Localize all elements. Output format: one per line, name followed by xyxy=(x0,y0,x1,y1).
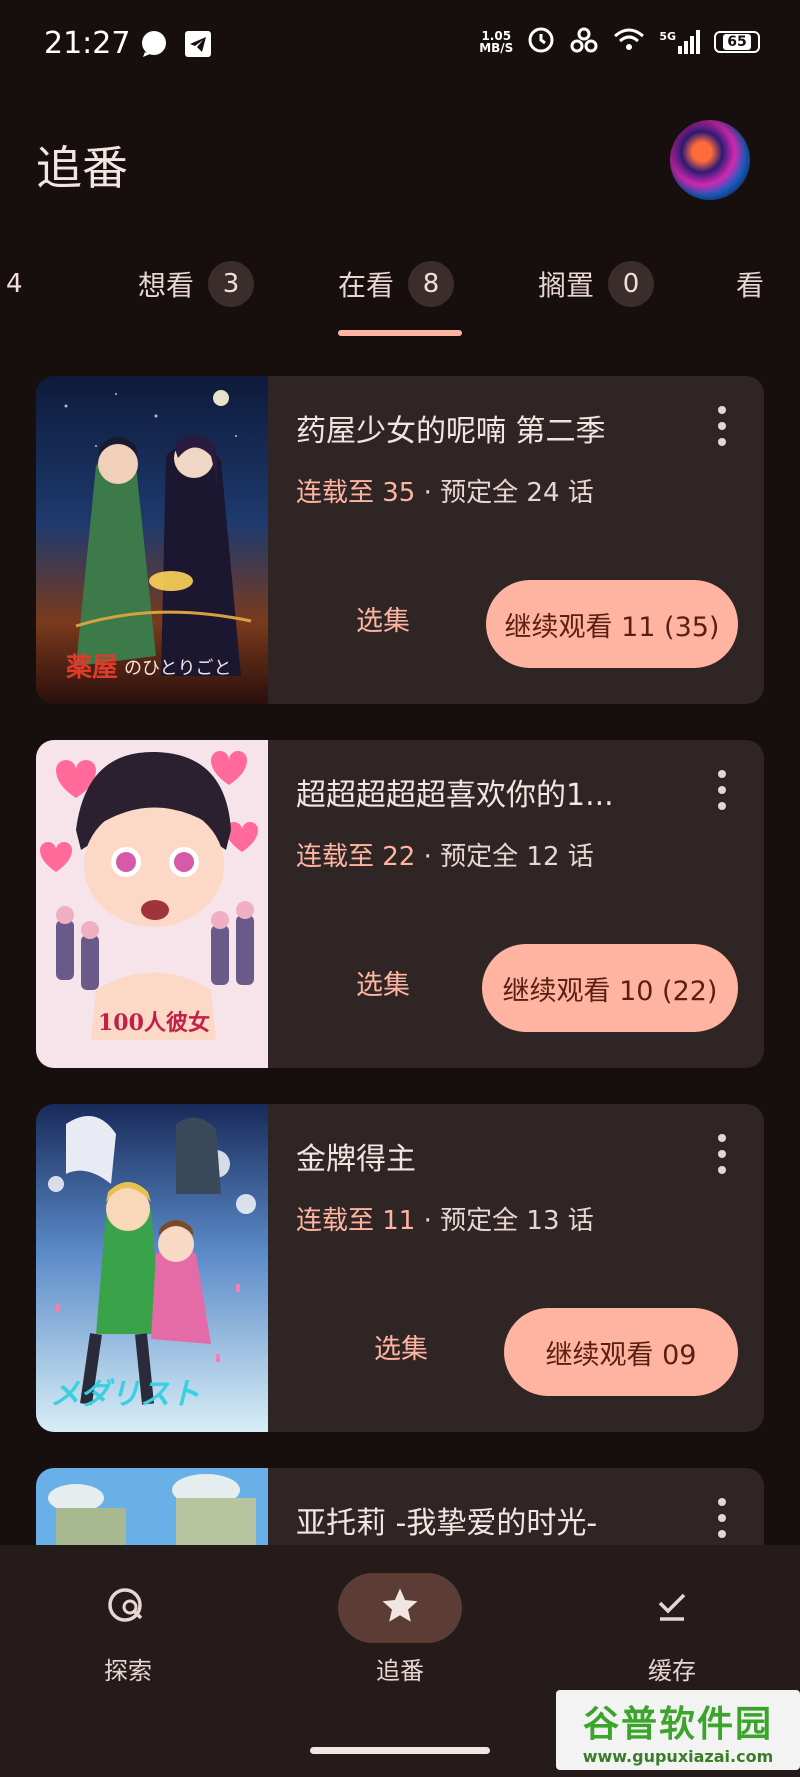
status-time: 21:27 xyxy=(44,26,131,61)
more-options-icon[interactable] xyxy=(716,770,728,810)
nav-cache[interactable]: 缓存 xyxy=(592,1573,752,1686)
nav-label: 缓存 xyxy=(648,1657,696,1685)
battery-icon: 65 xyxy=(714,31,760,53)
network-speed: 1.05 MB/S xyxy=(479,29,514,55)
select-episode-button[interactable]: 选集 xyxy=(356,966,410,1006)
svg-text:薬屋: 薬屋 xyxy=(66,653,118,683)
avatar[interactable] xyxy=(670,120,750,200)
airing-progress: 连载至 11 · 预定全 13 话 xyxy=(296,1206,594,1236)
anime-title: 金牌得主 xyxy=(296,1142,416,1177)
more-options-icon[interactable] xyxy=(716,406,728,446)
nav-label: 探索 xyxy=(104,1657,152,1685)
anime-card[interactable]: メダリスト 金牌得主 连载至 11 · 预定全 13 话 选集 继续观看 09 xyxy=(36,1104,764,1432)
airing-progress: 连载至 22 · 预定全 12 话 xyxy=(296,842,594,872)
watermark-logo: 谷普软件园 www.gupuxiazai.com xyxy=(556,1690,800,1770)
anime-poster: メダリスト xyxy=(36,1104,268,1432)
svg-text:メダリスト: メダリスト xyxy=(50,1377,200,1412)
anime-poster: 100人 彼女 xyxy=(36,740,268,1068)
anime-card[interactable]: 薬屋 のひとりごと 药屋少女的呢喃 第二季 连载至 35 · 预定全 24 话 … xyxy=(36,376,764,704)
telegram-icon xyxy=(184,30,212,62)
tab-count-badge: 0 xyxy=(608,261,655,307)
select-episode-button[interactable]: 选集 xyxy=(374,1330,428,1370)
svg-text:のひとりごと: のひとりごと xyxy=(124,658,231,679)
anime-poster: 薬屋 のひとりごと xyxy=(36,376,268,704)
link-icon xyxy=(569,26,599,58)
tab-partial-left[interactable]: 4 xyxy=(6,258,23,310)
anime-card[interactable]: 100人 彼女 超超超超超喜欢你的1... 连载至 22 · 预定全 12 话 … xyxy=(36,740,764,1068)
tab-partial-right[interactable]: 看 xyxy=(736,258,764,310)
anime-title: 药屋少女的呢喃 第二季 xyxy=(296,414,606,449)
page-title: 追番 xyxy=(36,141,128,195)
continue-watching-button[interactable]: 继续观看 11 (35) xyxy=(486,580,738,668)
status-bar: 21:27 1.05 MB/S 5G 65 xyxy=(0,0,800,88)
tab-count-badge: 8 xyxy=(408,261,455,307)
download-done-icon xyxy=(652,1586,692,1630)
wifi-icon xyxy=(613,27,645,57)
message-icon xyxy=(140,30,168,62)
airing-progress: 连载至 35 · 预定全 24 话 xyxy=(296,478,594,508)
more-options-icon[interactable] xyxy=(716,1134,728,1174)
tab-count-badge: 3 xyxy=(208,261,255,307)
continue-watching-button[interactable]: 继续观看 10 (22) xyxy=(482,944,738,1032)
more-options-icon[interactable] xyxy=(716,1498,728,1538)
tab-on-hold[interactable]: 搁置 0 xyxy=(538,258,655,310)
cellular-signal-icon: 5G xyxy=(659,30,700,54)
select-episode-button[interactable]: 选集 xyxy=(356,602,410,642)
explore-search-icon xyxy=(105,1583,151,1633)
nav-label: 追番 xyxy=(376,1657,424,1685)
nav-following[interactable]: 追番 xyxy=(320,1573,480,1686)
tab-watching[interactable]: 在看 8 xyxy=(338,258,455,310)
anime-title: 亚托莉 -我挚爱的时光- xyxy=(296,1506,598,1541)
home-indicator[interactable] xyxy=(310,1747,490,1754)
tab-want-to-watch[interactable]: 想看 3 xyxy=(138,258,255,310)
tab-active-indicator xyxy=(338,330,462,336)
alarm-icon xyxy=(527,26,555,58)
nav-explore[interactable]: 探索 xyxy=(48,1573,208,1686)
svg-text:100人: 100人 xyxy=(98,1010,166,1036)
svg-text:彼女: 彼女 xyxy=(166,1010,210,1036)
star-icon xyxy=(379,1585,421,1631)
status-tabs: 4 想看 3 在看 8 搁置 0 看 xyxy=(0,258,800,338)
anime-title: 超超超超超喜欢你的1... xyxy=(296,778,614,813)
continue-watching-button[interactable]: 继续观看 09 xyxy=(504,1308,738,1396)
